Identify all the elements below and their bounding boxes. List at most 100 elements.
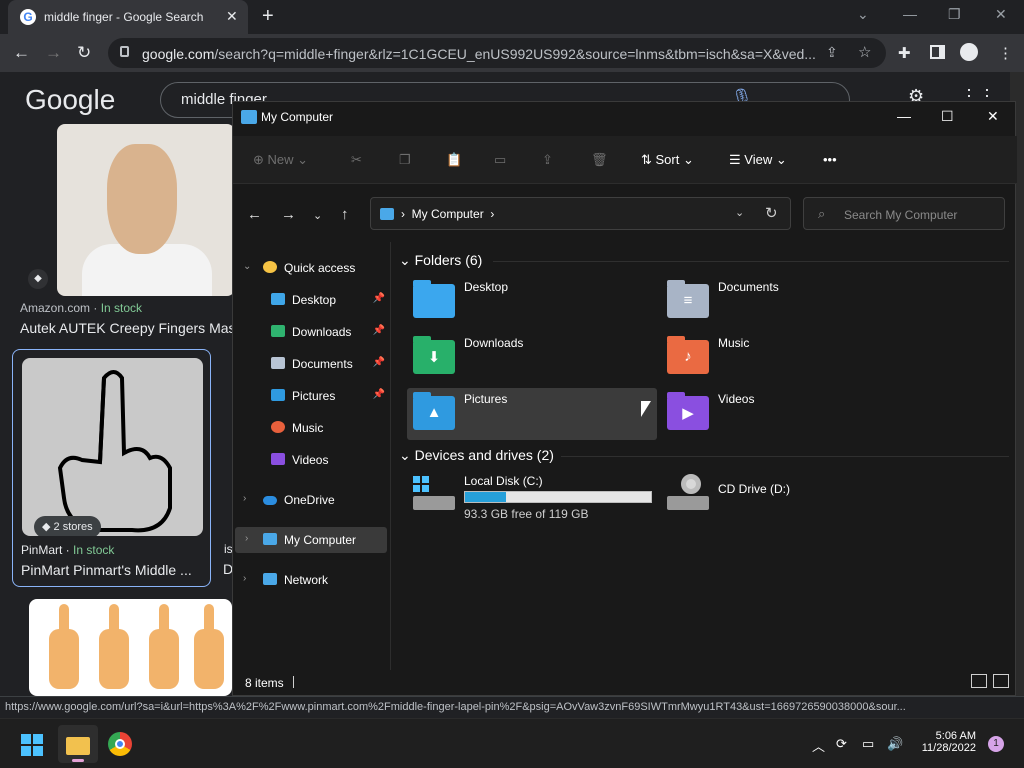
result-card-selected[interactable]: ◆ 2 stores PinMart · In stock PinMart Pi… — [12, 349, 211, 587]
back-button[interactable]: ← — [13, 43, 30, 63]
maximize-button[interactable]: ☐ — [941, 108, 954, 125]
music-icon — [271, 421, 285, 433]
browser-toolbar: ← → ↻ google.com/search?q=middle+finger&… — [0, 34, 1024, 72]
tiles-view-icon[interactable] — [993, 674, 1009, 688]
profile-icon[interactable] — [960, 43, 978, 61]
notification-badge[interactable]: 1 — [988, 736, 1004, 752]
folder-documents[interactable]: ≡ Documents — [661, 276, 911, 328]
share-icon[interactable]: ⇪ — [542, 152, 553, 168]
reload-button[interactable]: ↻ — [77, 43, 91, 63]
expand-chevron-icon[interactable]: › — [245, 533, 248, 544]
middle-finger-hand-drawing — [57, 370, 172, 533]
expand-chevron-icon[interactable]: ⌄ — [243, 261, 251, 272]
stores-badge: ◆ 2 stores — [34, 516, 101, 536]
cut-icon[interactable]: ✂ — [351, 152, 362, 168]
restore-button[interactable]: ❐ — [948, 6, 961, 23]
nav-item-documents[interactable]: Documents 📌 — [233, 351, 389, 377]
divider — [293, 676, 294, 688]
copy-icon[interactable]: ❐ — [399, 152, 411, 168]
google-logo[interactable]: Google — [25, 84, 115, 116]
nav-item-desktop[interactable]: Desktop 📌 — [233, 287, 389, 313]
folder-pictures[interactable]: ▲ Pictures — [407, 388, 657, 440]
hard-disk-icon — [413, 496, 455, 510]
breadcrumb[interactable]: › My Computer › — [401, 207, 494, 221]
nav-onedrive[interactable]: › OneDrive — [233, 487, 389, 513]
star-icon[interactable]: ☆ — [858, 43, 871, 61]
close-button[interactable]: ✕ — [987, 108, 999, 125]
pin-icon: 📌 — [372, 357, 385, 368]
nav-item-downloads[interactable]: Downloads 📌 — [233, 319, 389, 345]
new-tab-button[interactable]: + — [262, 5, 274, 28]
share-icon[interactable]: ⇪ — [826, 44, 838, 61]
folder-music[interactable]: ♪ Music — [661, 332, 911, 384]
result-title[interactable]: Autek AUTEK Creepy Fingers Mas — [20, 320, 236, 336]
computer-icon — [241, 110, 257, 124]
nav-item-pictures[interactable]: Pictures 📌 — [233, 383, 389, 409]
expand-chevron-icon[interactable]: › — [243, 493, 246, 504]
tab-search-icon[interactable]: ⌄ — [857, 6, 869, 23]
browser-tab[interactable]: G middle finger - Google Search ✕ — [8, 0, 248, 34]
nav-item-videos[interactable]: Videos — [233, 447, 389, 473]
result-title[interactable]: PinMart Pinmart's Middle ... — [21, 562, 199, 578]
tab-close-icon[interactable]: ✕ — [226, 8, 238, 25]
folders-section-header[interactable]: ⌄ Folders (6) — [399, 252, 482, 269]
sync-icon[interactable]: ⟳ — [836, 736, 847, 752]
finger-hands-illustration — [49, 604, 224, 689]
nav-network[interactable]: › Network — [233, 567, 389, 593]
drives-section-header[interactable]: ⌄ Devices and drives (2) — [399, 447, 554, 464]
minimize-button[interactable]: — — [903, 6, 917, 22]
tray-overflow-icon[interactable]: ︿ — [812, 736, 825, 755]
up-button[interactable]: ↑ — [341, 206, 349, 223]
folder-downloads[interactable]: ⬇ Downloads — [407, 332, 657, 384]
address-bar[interactable]: › My Computer › ⌄ ↻ — [370, 197, 791, 230]
extensions-icon[interactable]: ✚ — [898, 44, 911, 62]
nav-my-computer[interactable]: › My Computer — [235, 527, 387, 553]
start-button[interactable] — [21, 734, 43, 756]
refresh-icon[interactable]: ↻ — [765, 204, 778, 222]
documents-icon — [271, 357, 285, 369]
result-image-mask[interactable] — [57, 124, 235, 296]
drive-cd-d[interactable]: CD Drive (D:) — [661, 472, 911, 522]
result-image-hand[interactable]: ◆ 2 stores — [22, 358, 203, 536]
forward-button[interactable]: → — [281, 206, 296, 223]
display-icon[interactable]: ▭ — [862, 736, 874, 752]
paste-icon[interactable]: 📋 — [446, 152, 462, 168]
folder-desktop[interactable]: Desktop — [407, 276, 657, 328]
pictures-icon — [271, 389, 285, 401]
view-button[interactable]: ☰ View ⌄ — [729, 152, 787, 168]
recent-locations-icon[interactable]: ⌄ — [313, 209, 322, 222]
clock[interactable]: 5:06 AM 11/28/2022 — [912, 730, 976, 754]
menu-icon[interactable]: ⋮ — [998, 44, 1013, 62]
computer-icon — [263, 533, 277, 545]
cd-disc-icon — [681, 474, 701, 494]
result-source[interactable]: Amazon.com · In stock — [20, 301, 142, 315]
link-status-url: https://www.google.com/url?sa=i&url=http… — [0, 696, 1024, 718]
drive-local-disk-c[interactable]: Local Disk (C:) 93.3 GB free of 119 GB — [407, 472, 657, 522]
rename-icon[interactable]: ▭ — [494, 152, 506, 168]
pin-icon: 📌 — [372, 325, 385, 336]
taskbar-file-explorer-icon[interactable] — [58, 725, 98, 763]
result-image-fingers[interactable] — [29, 599, 232, 696]
result-source[interactable]: PinMart · In stock — [21, 543, 114, 557]
address-bar[interactable]: google.com/search?q=middle+finger&rlz=1C… — [108, 38, 886, 68]
minimize-button[interactable]: — — [897, 108, 911, 124]
sort-button[interactable]: ⇅ Sort ⌄ — [641, 152, 694, 168]
new-button[interactable]: ⊕ New ⌄ — [253, 152, 308, 168]
google-favicon-icon: G — [20, 9, 36, 25]
volume-icon[interactable]: 🔊 — [887, 736, 903, 752]
details-view-icon[interactable] — [971, 674, 987, 688]
delete-icon[interactable]: 🗑 — [591, 152, 608, 168]
search-input[interactable]: ⌕ Search My Computer — [803, 197, 1005, 230]
taskbar-chrome-icon[interactable] — [108, 732, 132, 756]
address-history-icon[interactable]: ⌄ — [735, 206, 744, 219]
back-button[interactable]: ← — [247, 206, 262, 223]
more-options-icon[interactable]: ••• — [823, 152, 837, 167]
expand-chevron-icon[interactable]: › — [243, 573, 246, 584]
nav-quick-access[interactable]: ⌄ Quick access — [233, 255, 389, 281]
sidepanel-icon[interactable] — [930, 45, 945, 59]
close-window-button[interactable]: ✕ — [995, 6, 1007, 23]
forward-button[interactable]: → — [45, 43, 62, 63]
nav-item-music[interactable]: Music — [233, 415, 389, 441]
folder-videos[interactable]: ▶ Videos — [661, 388, 911, 440]
command-bar: ⊕ New ⌄ ✂ ❐ 📋 ▭ ⇪ 🗑 ⇅ Sort ⌄ ☰ View ⌄ ••… — [233, 136, 1017, 184]
